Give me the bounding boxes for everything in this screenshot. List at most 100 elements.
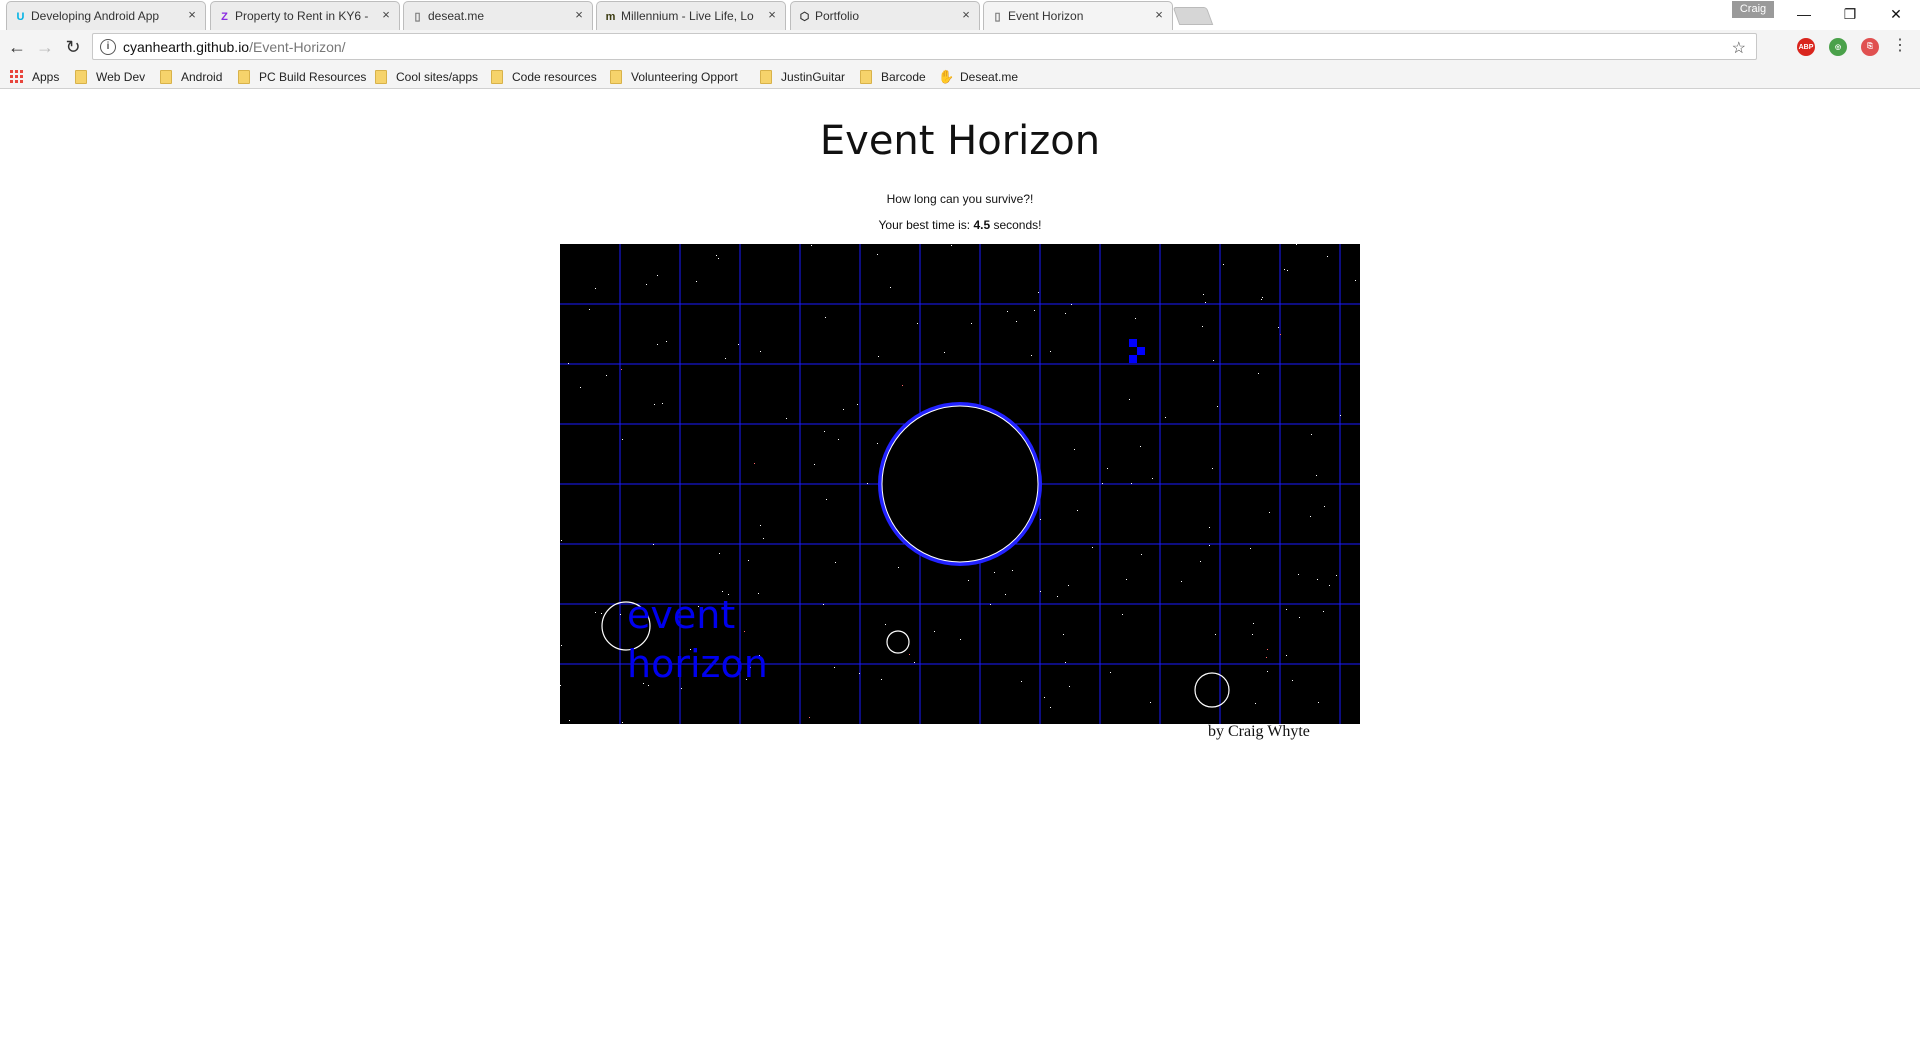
- star: [1126, 579, 1127, 580]
- star: [1329, 585, 1330, 586]
- browser-tab[interactable]: ▯ Event Horizon ×: [983, 1, 1173, 30]
- star: [1065, 662, 1066, 663]
- pdf-extension-icon[interactable]: ⎘: [1861, 38, 1879, 56]
- star: [826, 499, 827, 500]
- star: [823, 604, 824, 605]
- bookmark-item[interactable]: Volunteering Opport: [610, 68, 750, 85]
- star: [951, 245, 952, 246]
- browser-tab[interactable]: m Millennium - Live Life, Lo ×: [596, 1, 786, 30]
- close-tab-icon[interactable]: ×: [379, 8, 393, 22]
- star: [1044, 697, 1045, 698]
- star: [1122, 614, 1123, 615]
- chrome-extension-icon[interactable]: ◎: [1829, 38, 1847, 56]
- bookmark-item[interactable]: Code resources: [491, 68, 603, 85]
- page-title: Event Horizon: [819, 118, 1101, 164]
- star: [620, 614, 621, 615]
- folder-icon: [75, 69, 87, 84]
- restore-icon[interactable]: ❐: [1827, 0, 1873, 28]
- tab-label: Property to Rent in KY6 -: [235, 9, 369, 23]
- star: [1215, 634, 1216, 635]
- close-tab-icon[interactable]: ×: [1152, 8, 1166, 22]
- star: [1141, 554, 1142, 555]
- star: [1316, 475, 1317, 476]
- new-tab-button[interactable]: [1172, 7, 1214, 25]
- star: [1267, 649, 1268, 650]
- tab-label: deseat.me: [428, 9, 485, 23]
- asteroid: [886, 630, 910, 654]
- star: [1280, 334, 1281, 335]
- reload-icon[interactable]: ↻: [61, 35, 85, 59]
- bookmark-star-icon[interactable]: ☆: [1732, 38, 1746, 58]
- star: [725, 358, 726, 359]
- bookmark-label: Deseat.me: [960, 69, 1019, 84]
- star: [1355, 280, 1356, 281]
- bookmark-item[interactable]: Cool sites/apps: [375, 68, 485, 85]
- star: [1092, 547, 1093, 548]
- star: [1012, 570, 1013, 571]
- star: [1205, 302, 1206, 303]
- udacity-icon: U: [16, 10, 25, 23]
- star: [914, 662, 915, 663]
- star: [763, 538, 764, 539]
- star: [944, 352, 945, 353]
- back-icon[interactable]: ←: [5, 35, 29, 59]
- profile-button[interactable]: Craig: [1732, 1, 1774, 18]
- star: [877, 254, 878, 255]
- bookmark-item[interactable]: Barcode: [860, 68, 932, 85]
- best-time-value: 4.5: [973, 218, 991, 232]
- star: [657, 344, 658, 345]
- star: [1031, 355, 1032, 356]
- minimize-icon[interactable]: —: [1781, 0, 1827, 28]
- forward-icon[interactable]: →: [33, 35, 57, 59]
- adblock-plus-icon[interactable]: ABP: [1797, 38, 1815, 56]
- menu-icon[interactable]: ⋮: [1892, 38, 1908, 54]
- bookmark-item[interactable]: JustinGuitar: [760, 68, 855, 85]
- browser-tab[interactable]: ▯ deseat.me ×: [403, 1, 593, 30]
- bookmark-item[interactable]: Apps: [10, 68, 70, 85]
- star: [1005, 594, 1006, 595]
- star: [786, 418, 787, 419]
- browser-tab[interactable]: Z Property to Rent in KY6 - ×: [210, 1, 400, 30]
- star: [934, 631, 935, 632]
- star: [990, 604, 991, 605]
- game-canvas[interactable]: event horizon: [560, 244, 1360, 724]
- star: [1057, 596, 1058, 597]
- player-ship: [1137, 347, 1145, 355]
- close-tab-icon[interactable]: ×: [765, 8, 779, 22]
- star: [1340, 415, 1341, 416]
- bookmark-label: Android: [181, 69, 223, 84]
- folder-icon: [610, 69, 622, 84]
- star: [1266, 657, 1267, 658]
- bookmark-item[interactable]: Android: [160, 68, 235, 85]
- bookmark-label: Volunteering Opport: [631, 69, 738, 84]
- star: [719, 553, 720, 554]
- star: [835, 562, 836, 563]
- star: [1217, 406, 1218, 407]
- tagline: How long can you survive?!: [886, 192, 1034, 206]
- star: [657, 275, 658, 276]
- star: [1223, 264, 1224, 265]
- browser-tab[interactable]: ⬡ Portfolio ×: [790, 1, 980, 30]
- close-tab-icon[interactable]: ×: [959, 8, 973, 22]
- star: [1317, 579, 1318, 580]
- close-tab-icon[interactable]: ×: [572, 8, 586, 22]
- browser-tab[interactable]: U Developing Android App ×: [6, 1, 206, 30]
- star: [1278, 327, 1279, 328]
- star: [1165, 417, 1166, 418]
- star: [1150, 702, 1151, 703]
- close-tab-icon[interactable]: ×: [185, 8, 199, 22]
- star: [1110, 672, 1111, 673]
- address-bar[interactable]: i cyanhearth.github.io/Event-Horizon/ ☆: [92, 33, 1757, 60]
- bookmark-item[interactable]: PC Build Resources: [238, 68, 368, 85]
- star: [811, 245, 812, 246]
- star: [890, 287, 891, 288]
- star: [1071, 304, 1072, 305]
- star: [1258, 373, 1259, 374]
- bookmark-item[interactable]: Web Dev: [75, 68, 155, 85]
- info-icon[interactable]: i: [100, 38, 116, 55]
- star: [843, 409, 844, 410]
- millennium-icon: m: [605, 10, 616, 23]
- star: [568, 363, 569, 364]
- close-window-icon[interactable]: ✕: [1873, 0, 1919, 28]
- bookmark-item[interactable]: ✋ Deseat.me: [938, 68, 1028, 85]
